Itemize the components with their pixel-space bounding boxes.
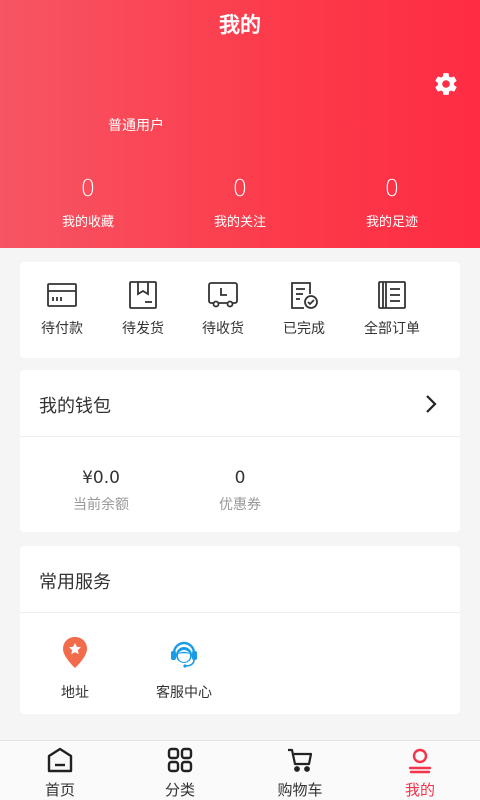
tab-profile[interactable]: 我的 (360, 741, 480, 800)
services-header: 常用服务 (20, 546, 460, 613)
chevron-right-icon (426, 395, 437, 413)
services-title: 常用服务 (39, 572, 111, 593)
checked-doc-icon (291, 282, 318, 309)
order-pending-payment[interactable]: 待付款 (22, 280, 102, 338)
wallet-balance[interactable]: ¥0.0 当前余额 (41, 468, 161, 514)
order-label: 待付款 (41, 321, 83, 337)
truck-icon (208, 282, 238, 308)
wallet-title: 我的钱包 (39, 396, 111, 417)
orders-card: 待付款 待发货 待收货 已完成 全部订单 (20, 262, 460, 358)
wallet-card: 我的钱包 ¥0.0 当前余额 0 优惠券 (20, 370, 460, 532)
location-pin-icon (63, 637, 87, 668)
tab-category[interactable]: 分类 (120, 741, 240, 800)
wallet-card-icon (47, 283, 77, 307)
stat-label: 我的收藏 (61, 215, 114, 230)
home-icon (47, 747, 73, 773)
wallet-header[interactable]: 我的钱包 (20, 370, 460, 437)
list-icon (378, 281, 406, 309)
stat-label: 我的关注 (213, 215, 266, 230)
profile-header: 我的 普通用户 0 我的收藏 0 我的关注 0 我的足迹 (0, 0, 480, 248)
order-pending-shipment[interactable]: 待发货 (103, 280, 183, 338)
service-label: 客服中心 (156, 685, 212, 701)
customer-service-icon (171, 641, 197, 668)
order-completed[interactable]: 已完成 (264, 280, 344, 338)
tab-cart[interactable]: 购物车 (240, 741, 360, 800)
wallet-coupons[interactable]: 0 优惠券 (180, 468, 300, 514)
cart-icon (288, 748, 313, 772)
balance-value: ¥0.0 (82, 468, 120, 488)
stat-favorites[interactable]: 0 我的收藏 (28, 176, 148, 230)
username: 普通用户 (108, 118, 164, 134)
stat-following[interactable]: 0 我的关注 (180, 176, 300, 230)
gear-icon[interactable] (433, 71, 459, 97)
order-label: 待发货 (122, 321, 164, 337)
order-label: 已完成 (283, 321, 325, 337)
service-label: 地址 (61, 685, 89, 701)
stat-value: 0 (384, 176, 400, 202)
coupons-value: 0 (234, 468, 246, 488)
user-icon (408, 748, 432, 774)
tab-label: 分类 (164, 781, 195, 799)
stat-history[interactable]: 0 我的足迹 (332, 176, 452, 230)
page-title: 我的 (219, 13, 261, 37)
stat-value: 0 (232, 176, 248, 202)
tab-label: 我的 (404, 781, 435, 799)
order-pending-receipt[interactable]: 待收货 (183, 280, 263, 338)
tab-label: 购物车 (277, 781, 323, 799)
coupons-label: 优惠券 (219, 497, 261, 513)
stat-value: 0 (80, 176, 96, 202)
stat-label: 我的足迹 (365, 215, 418, 230)
bottom-tab-bar: 首页 分类 购物车 我的 (0, 740, 480, 800)
services-card: 常用服务 地址 客服中心 (20, 546, 460, 714)
service-customer-center[interactable]: 客服中心 (129, 636, 239, 702)
order-label: 全部订单 (364, 321, 420, 337)
box-icon (129, 281, 157, 309)
order-label: 待收货 (202, 321, 244, 337)
tab-label: 首页 (44, 781, 75, 799)
order-all[interactable]: 全部订单 (352, 280, 432, 338)
service-address[interactable]: 地址 (20, 636, 130, 702)
balance-label: 当前余额 (73, 497, 129, 513)
tab-home[interactable]: 首页 (0, 741, 120, 800)
category-icon (167, 747, 193, 773)
